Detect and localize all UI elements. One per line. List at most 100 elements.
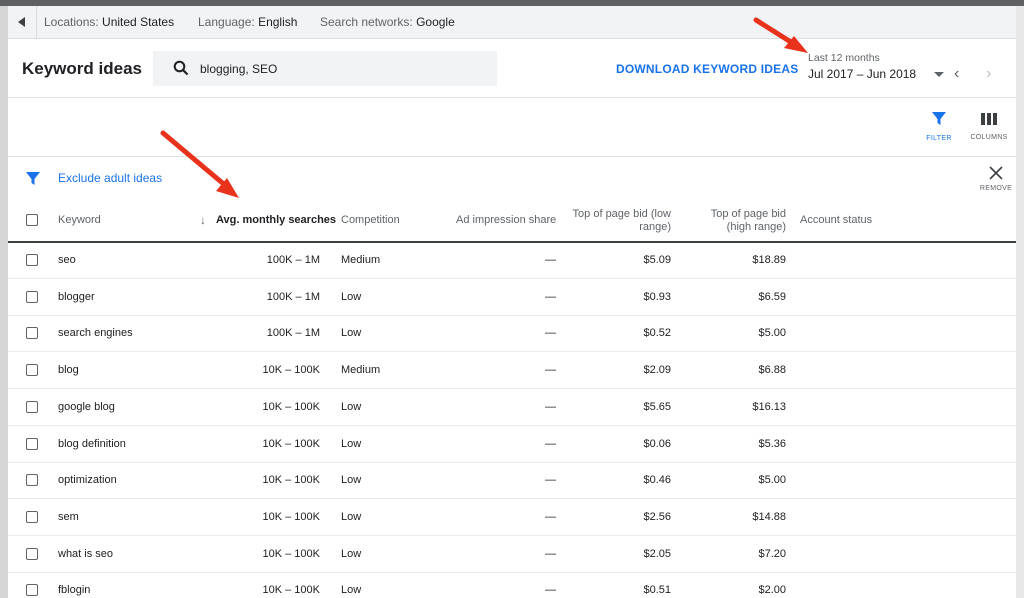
keyword-cell: blog xyxy=(58,364,79,377)
table-header: Keyword ↓ Avg. monthly searches Competit… xyxy=(8,200,1016,243)
bid-high-cell: $18.89 xyxy=(752,254,786,266)
column-header-keyword[interactable]: Keyword xyxy=(58,214,101,226)
bid-low-cell: $0.46 xyxy=(643,474,671,487)
scrollbar-track[interactable] xyxy=(1016,6,1024,598)
ad-impression-share-cell: — xyxy=(545,254,556,266)
dropdown-arrow-icon[interactable] xyxy=(934,72,944,77)
ad-impression-share-cell: — xyxy=(545,584,556,597)
collapse-button[interactable] xyxy=(8,6,37,38)
column-header-competition[interactable]: Competition xyxy=(341,214,400,226)
bid-high-cell: $5.36 xyxy=(758,437,786,450)
ad-impression-share-cell: — xyxy=(545,327,556,340)
ad-impression-share-cell: — xyxy=(545,400,556,413)
column-header-bid-high[interactable]: Top of page bid (high range) xyxy=(676,208,786,234)
competition-cell: Low xyxy=(341,584,362,597)
row-checkbox[interactable] xyxy=(26,327,38,340)
row-checkbox[interactable] xyxy=(26,547,38,560)
search-input[interactable]: blogging, SEO xyxy=(153,51,497,86)
table-row[interactable]: blog 10K – 100K Medium — $2.09 $6.88 xyxy=(8,352,1016,390)
keyword-cell: seo xyxy=(58,254,76,266)
exclude-adult-ideas-chip[interactable]: Exclude adult ideas xyxy=(58,171,162,185)
locations-filter[interactable]: Locations: United States xyxy=(44,15,174,29)
avg-monthly-searches-cell: 10K – 100K xyxy=(262,584,321,597)
avg-monthly-searches-cell: 10K – 100K xyxy=(262,510,321,523)
columns-button[interactable]: COLUMNS xyxy=(969,112,1009,141)
keyword-cell: search engines xyxy=(58,327,133,340)
ad-impression-share-cell: — xyxy=(545,437,556,450)
avg-monthly-searches-cell: 100K – 1M xyxy=(266,254,320,266)
table-row[interactable]: fblogin 10K – 100K Low — $0.51 $2.00 xyxy=(8,572,1016,598)
keyword-cell: google blog xyxy=(58,400,115,413)
bid-high-cell: $6.88 xyxy=(758,364,786,377)
table-row[interactable]: optimization 10K – 100K Low — $0.46 $5.00 xyxy=(8,462,1016,500)
chevron-left-icon[interactable]: ‹ xyxy=(954,65,959,83)
date-range-select[interactable]: Jul 2017 – Jun 2018 xyxy=(808,67,916,81)
ad-impression-share-cell: — xyxy=(545,290,556,303)
table-row[interactable]: blogger 100K – 1M Low — $0.93 $6.59 xyxy=(8,279,1016,316)
ad-impression-share-cell: — xyxy=(545,510,556,523)
date-range-label: Last 12 months xyxy=(808,52,880,64)
triangle-left-icon xyxy=(18,17,25,27)
keyword-cell: fblogin xyxy=(58,584,91,597)
table-row[interactable]: what is seo 10K – 100K Low — $2.05 $7.20 xyxy=(8,536,1016,573)
competition-cell: Medium xyxy=(341,364,381,377)
table-row[interactable]: sem 10K – 100K Low — $2.56 $14.88 xyxy=(8,499,1016,536)
ad-impression-share-cell: — xyxy=(545,364,556,377)
bid-low-cell: $0.93 xyxy=(643,290,671,303)
download-keyword-ideas-button[interactable]: DOWNLOAD KEYWORD IDEAS xyxy=(616,62,798,76)
competition-cell: Medium xyxy=(341,254,381,266)
row-checkbox[interactable] xyxy=(26,254,38,266)
competition-cell: Low xyxy=(341,437,362,450)
filter-button[interactable]: FILTER xyxy=(919,112,959,142)
row-checkbox[interactable] xyxy=(26,584,38,597)
filter-icon xyxy=(26,172,40,185)
table-row[interactable]: blog definition 10K – 100K Low — $0.06 $5.36 xyxy=(8,426,1016,463)
table-row[interactable]: google blog 10K – 100K Low — $5.65 $16.13 xyxy=(8,389,1016,426)
column-header-bid-low[interactable]: Top of page bid (low range) xyxy=(541,208,671,234)
competition-cell: Low xyxy=(341,290,362,303)
columns-icon xyxy=(981,113,997,125)
page-title: Keyword ideas xyxy=(22,59,142,78)
close-icon xyxy=(989,166,1003,180)
active-filter-row: Exclude adult ideas REMOVE xyxy=(8,157,1016,199)
bid-low-cell: $5.09 xyxy=(643,254,671,266)
competition-cell: Low xyxy=(341,510,362,523)
table-row[interactable]: search engines 100K – 1M Low — $0.52 $5.00 xyxy=(8,315,1016,353)
ad-impression-share-cell: — xyxy=(545,547,556,560)
competition-cell: Low xyxy=(341,327,362,340)
search-icon xyxy=(173,60,189,76)
row-checkbox[interactable] xyxy=(26,400,38,413)
bid-low-cell: $2.09 xyxy=(643,364,671,377)
competition-cell: Low xyxy=(341,474,362,487)
language-filter[interactable]: Language: English xyxy=(198,15,297,29)
bid-high-cell: $5.00 xyxy=(758,474,786,487)
table-toolbar: FILTER COLUMNS xyxy=(8,98,1016,157)
row-checkbox[interactable] xyxy=(26,510,38,523)
row-checkbox[interactable] xyxy=(26,290,38,303)
row-checkbox[interactable] xyxy=(26,474,38,487)
table-row[interactable]: seo 100K – 1M Medium — $5.09 $18.89 xyxy=(8,242,1016,279)
column-header-avg-monthly-searches[interactable]: Avg. monthly searches xyxy=(216,214,336,226)
keyword-cell: sem xyxy=(58,510,79,523)
bid-low-cell: $2.56 xyxy=(643,510,671,523)
bid-high-cell: $16.13 xyxy=(752,400,786,413)
page-header: Keyword ideas blogging, SEO DOWNLOAD KEY… xyxy=(8,39,1016,98)
row-checkbox[interactable] xyxy=(26,437,38,450)
select-all-checkbox[interactable] xyxy=(26,214,38,226)
chevron-right-icon[interactable]: › xyxy=(986,65,991,83)
column-header-account-status[interactable]: Account status xyxy=(800,214,872,226)
search-networks-filter[interactable]: Search networks: Google xyxy=(320,15,455,29)
remove-filter-button[interactable]: REMOVE xyxy=(978,166,1014,192)
filter-icon xyxy=(932,112,946,125)
search-query: blogging, SEO xyxy=(200,62,278,76)
avg-monthly-searches-cell: 10K – 100K xyxy=(262,474,321,487)
bid-high-cell: $2.00 xyxy=(758,584,786,597)
bid-low-cell: $0.51 xyxy=(643,584,671,597)
row-checkbox[interactable] xyxy=(26,364,38,377)
keyword-planner-page: Locations: United States Language: Engli… xyxy=(8,6,1016,598)
keyword-cell: optimization xyxy=(58,474,117,487)
bid-high-cell: $6.59 xyxy=(758,290,786,303)
keyword-cell: blogger xyxy=(58,290,95,303)
ad-impression-share-cell: — xyxy=(545,474,556,487)
avg-monthly-searches-cell: 10K – 100K xyxy=(262,437,321,450)
